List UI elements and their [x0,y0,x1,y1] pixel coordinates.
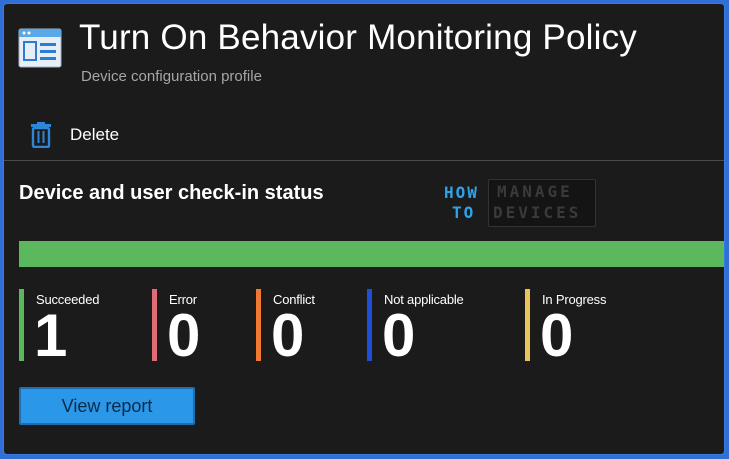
stat-value-not-applicable: 0 [382,302,416,369]
stat-succeeded[interactable]: Succeeded 1 [19,289,99,369]
check-in-status-bar [19,241,724,267]
policy-overview-panel: Turn On Behavior Monitoring Policy Devic… [3,3,725,455]
view-report-button[interactable]: View report [19,387,195,425]
stat-conflict[interactable]: Conflict 0 [256,289,315,369]
watermark-to: TO [452,203,476,222]
stat-error[interactable]: Error 0 [152,289,200,369]
delete-label: Delete [70,125,120,144]
delete-button[interactable]: Delete [30,118,119,152]
stat-value-succeeded: 1 [34,302,68,369]
settings-page-icon [18,28,62,68]
watermark-logo: HOW TO MANAGE DEVICES [444,177,600,227]
section-title: Device and user check-in status [19,182,324,204]
watermark-box: MANAGE DEVICES [488,179,596,227]
status-bar-succeeded-fill [19,241,724,267]
stat-value-conflict: 0 [271,302,305,369]
page-subtitle: Device configuration profile [81,68,262,85]
watermark-devices: DEVICES [493,203,582,222]
watermark-manage: MANAGE [497,182,573,201]
stat-not-applicable[interactable]: Not applicable 0 [367,289,464,369]
page-header: Turn On Behavior Monitoring Policy Devic… [4,4,724,104]
command-bar: Delete [4,112,724,161]
stat-value-error: 0 [167,302,201,369]
trash-icon [31,122,51,148]
stat-value-in-progress: 0 [540,302,574,369]
page-title: Turn On Behavior Monitoring Policy [79,18,637,57]
stat-in-progress[interactable]: In Progress 0 [525,289,606,369]
watermark-how: HOW [444,183,479,202]
